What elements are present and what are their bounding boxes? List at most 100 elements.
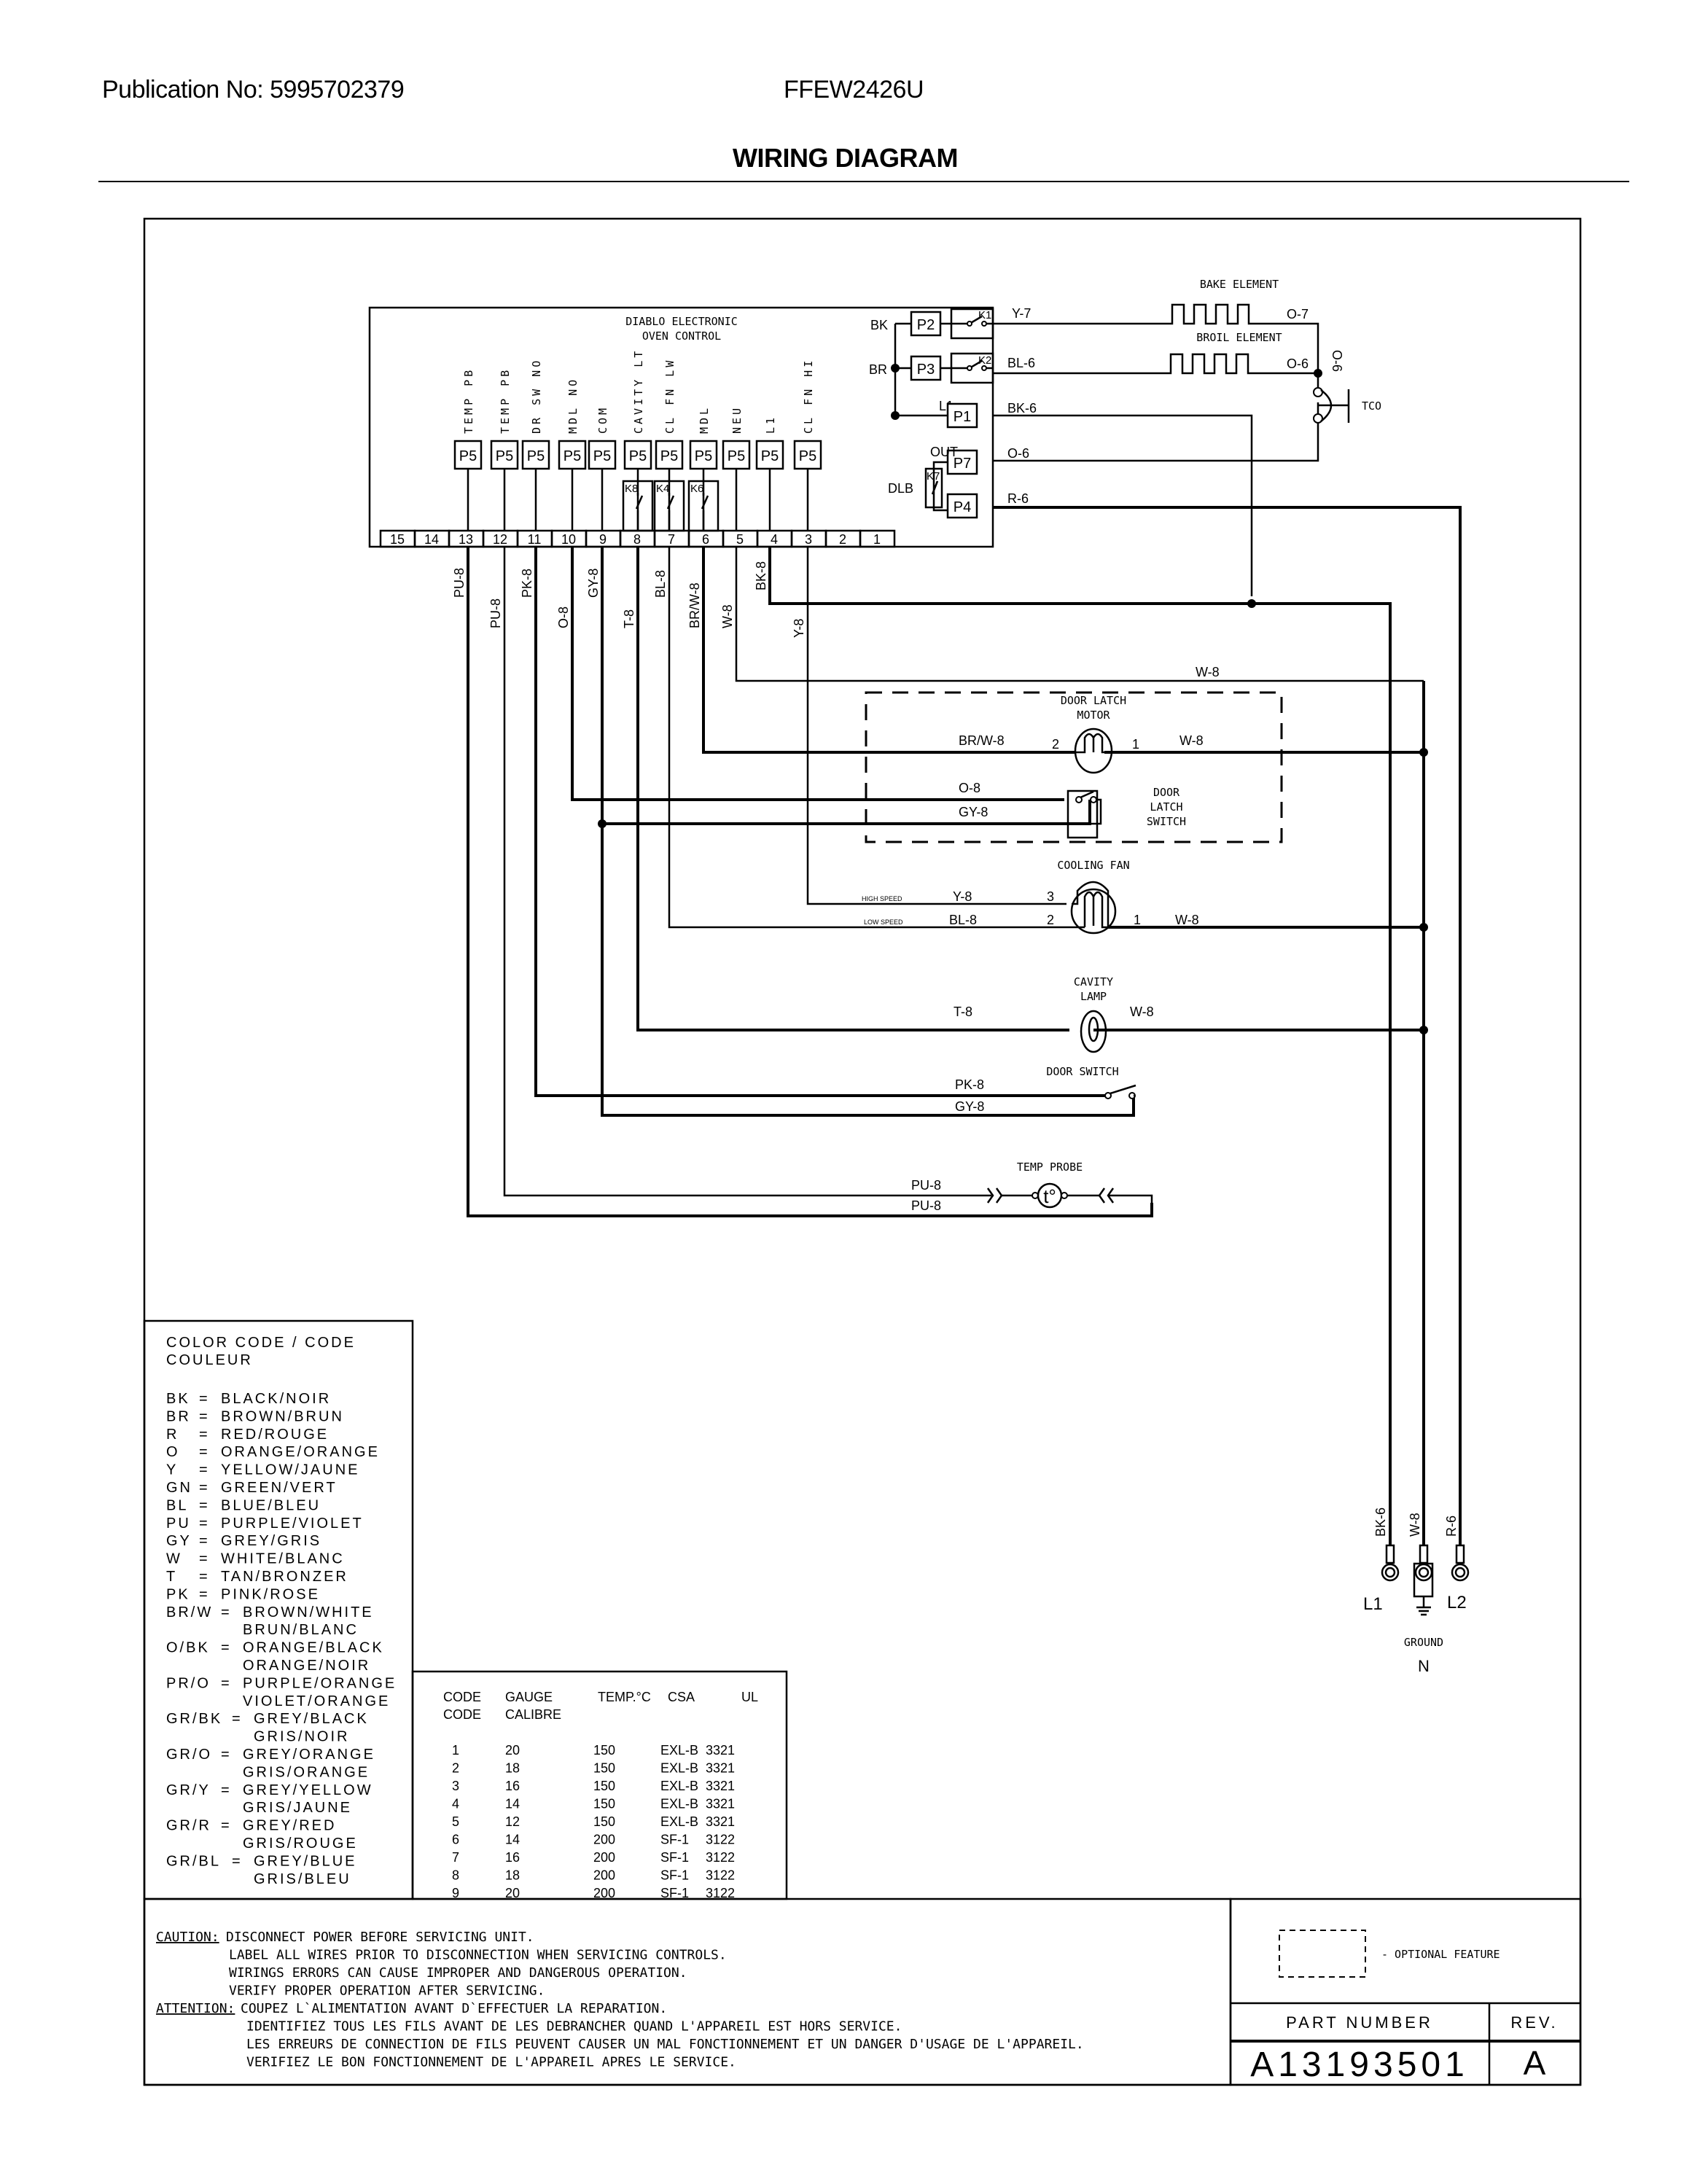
svg-text:P4: P4 [954,499,971,515]
svg-text:=: = [199,1551,208,1567]
p5-label: P5 [593,448,611,464]
svg-text:K2: K2 [978,354,991,367]
color-code-entry: BR = BROWN/BRUN [166,1408,344,1424]
svg-text:=: = [199,1497,208,1513]
temp-probe: TEMP PROBE t° PU-8 PU-8 [911,1161,1153,1216]
svg-text:BK-8: BK-8 [754,561,768,590]
color-code: GY [166,1533,192,1549]
attention-line: VERIFIEZ LE BON FONCTIONNEMENT DE L'APPA… [246,2055,736,2070]
terminal-number: 6 [702,532,709,547]
svg-text:3: 3 [1047,889,1054,904]
pin-function-label: MDL [698,405,711,434]
color-meaning-fr: GRIS/ROUGE [243,1836,358,1852]
gauge-table-row: 3 16 150 EXL-B 3321 [452,1779,735,1793]
gauge-cell: 2 [452,1761,459,1776]
svg-text:=: = [199,1569,208,1585]
svg-text:W-8: W-8 [1408,1513,1422,1537]
terminal-l1 [1381,1563,1400,1582]
color-meaning: BLACK/NOIR [221,1391,331,1407]
color-code-entry: GR/Y = GREY/YELLOW GRIS/JAUNE [166,1782,373,1816]
svg-text:DOOR SWITCH: DOOR SWITCH [1046,1065,1118,1078]
color-meaning-fr: ORANGE/NOIR [243,1658,370,1674]
svg-text:PU-8: PU-8 [488,598,503,628]
gauge-cell: 150 [593,1743,615,1758]
color-meaning: BROWN/BRUN [221,1408,344,1424]
color-code-entry: O = ORANGE/ORANGE [166,1444,378,1460]
attention-line: COUPEZ L`ALIMENTATION AVANT D`EFFECTUER … [241,2001,667,2016]
color-meaning: GREY/YELLOW [243,1782,373,1798]
p5-label: P5 [799,448,816,464]
gauge-cell: 12 [505,1814,520,1829]
svg-text:TCO: TCO [1362,399,1381,413]
pin-function-label: L1 [764,415,777,434]
terminal-number: 9 [599,532,607,547]
color-meaning: PURPLE/ORANGE [243,1675,397,1691]
caution-line: DISCONNECT POWER BEFORE SERVICING UNIT. [226,1930,534,1945]
wire-gauge-table: CODE CODE GAUGE CALIBRE TEMP.°C CSA UL 1 20 150 EX… [411,1670,788,1900]
p5-label: P5 [761,448,779,464]
svg-text:BL-8: BL-8 [653,570,668,598]
color-code-entry: PK = PINK/ROSE [166,1586,318,1602]
terminal-l2 [1451,1563,1470,1582]
pin-function-label: CAVITY LT [632,348,645,434]
color-meaning: GREEN/VERT [221,1480,338,1496]
svg-text:N: N [1418,1657,1430,1675]
color-code-entry: BK = BLACK/NOIR [166,1391,331,1407]
rev-label: REV. [1510,2013,1558,2032]
svg-text:GY-8: GY-8 [955,1099,984,1114]
pin-function-label: COM [596,405,609,434]
color-meaning: YELLOW/JAUNE [221,1462,359,1478]
color-code-entry: PR/O = PURPLE/ORANGE VIOLET/ORANGE [166,1675,397,1709]
terminal-number: 11 [528,532,542,547]
terminal-number: 13 [459,532,473,547]
terminal-number: 3 [805,532,812,547]
svg-text:BK-6: BK-6 [1007,401,1037,416]
terminal-n [1414,1563,1433,1582]
p5-pin-13: P5 TEMP PB [453,367,483,531]
gauge-cell: 200 [593,1833,615,1847]
color-code: R [166,1427,179,1443]
gauge-table-row: 2 18 150 EXL-B 3321 [452,1761,735,1776]
gauge-table-row: 1 20 150 EXL-B 3321 [452,1743,735,1758]
svg-text:MOTOR: MOTOR [1077,709,1110,722]
gauge-cell: 6 [452,1833,459,1847]
color-code: PK [166,1586,190,1602]
svg-text:- OPTIONAL FEATURE: - OPTIONAL FEATURE [1381,1948,1500,1961]
gauge-cell: EXL-B [660,1814,698,1829]
svg-text:PK-8: PK-8 [955,1077,984,1092]
gauge-header: TEMP.°C [598,1690,651,1704]
color-code: GR/O [166,1747,212,1763]
bk-label: BK [870,318,888,332]
w8-top-label: W-8 [1196,665,1220,679]
color-code: PR/O [166,1675,211,1691]
attention-line: IDENTIFIEZ TOUS LES FILS AVANT DE LES DE… [246,2019,902,2035]
color-code-entry: PU = PURPLE/VIOLET [166,1516,362,1532]
gauge-cell: 3321 [706,1797,735,1811]
svg-text:=: = [221,1782,230,1798]
color-meaning-fr: GRIS/NOIR [254,1729,349,1745]
gauge-cell: 3122 [706,1868,735,1883]
svg-text:PK-8: PK-8 [520,569,534,598]
p5-label: P5 [629,448,647,464]
gauge-header: UL [741,1690,758,1704]
part-number: A13193501 [1250,2045,1469,2084]
color-code: GR/Y [166,1782,211,1798]
svg-text:1: 1 [1134,913,1141,927]
attention-label: ATTENTION: [156,2001,235,2016]
gauge-cell: EXL-B [660,1779,698,1793]
svg-text:PU-8: PU-8 [911,1178,941,1193]
gauge-table-row: 7 16 200 SF-1 3122 [452,1850,735,1865]
gauge-cell: 150 [593,1761,615,1776]
svg-text:P2: P2 [917,317,935,333]
p5-pin-9: P5 COM [588,405,617,531]
color-meaning: GREY/RED [243,1818,336,1834]
color-code-entry: Y = YELLOW/JAUNE [166,1462,359,1478]
svg-text:W-8: W-8 [720,604,735,628]
color-meaning: BROWN/WHITE [243,1604,374,1620]
p5-pin-5: P5 NEU [722,405,751,531]
pin-function-label: TEMP PB [499,367,512,434]
caution-notes: CAUTION: DISCONNECT POWER BEFORE SERVICIN… [143,1897,1232,2086]
cavity-lamp: CAVITY LAMP T-8 W-8 [954,975,1154,1053]
gauge-cell: 14 [505,1833,520,1847]
svg-text:O-6: O-6 [1287,356,1309,371]
